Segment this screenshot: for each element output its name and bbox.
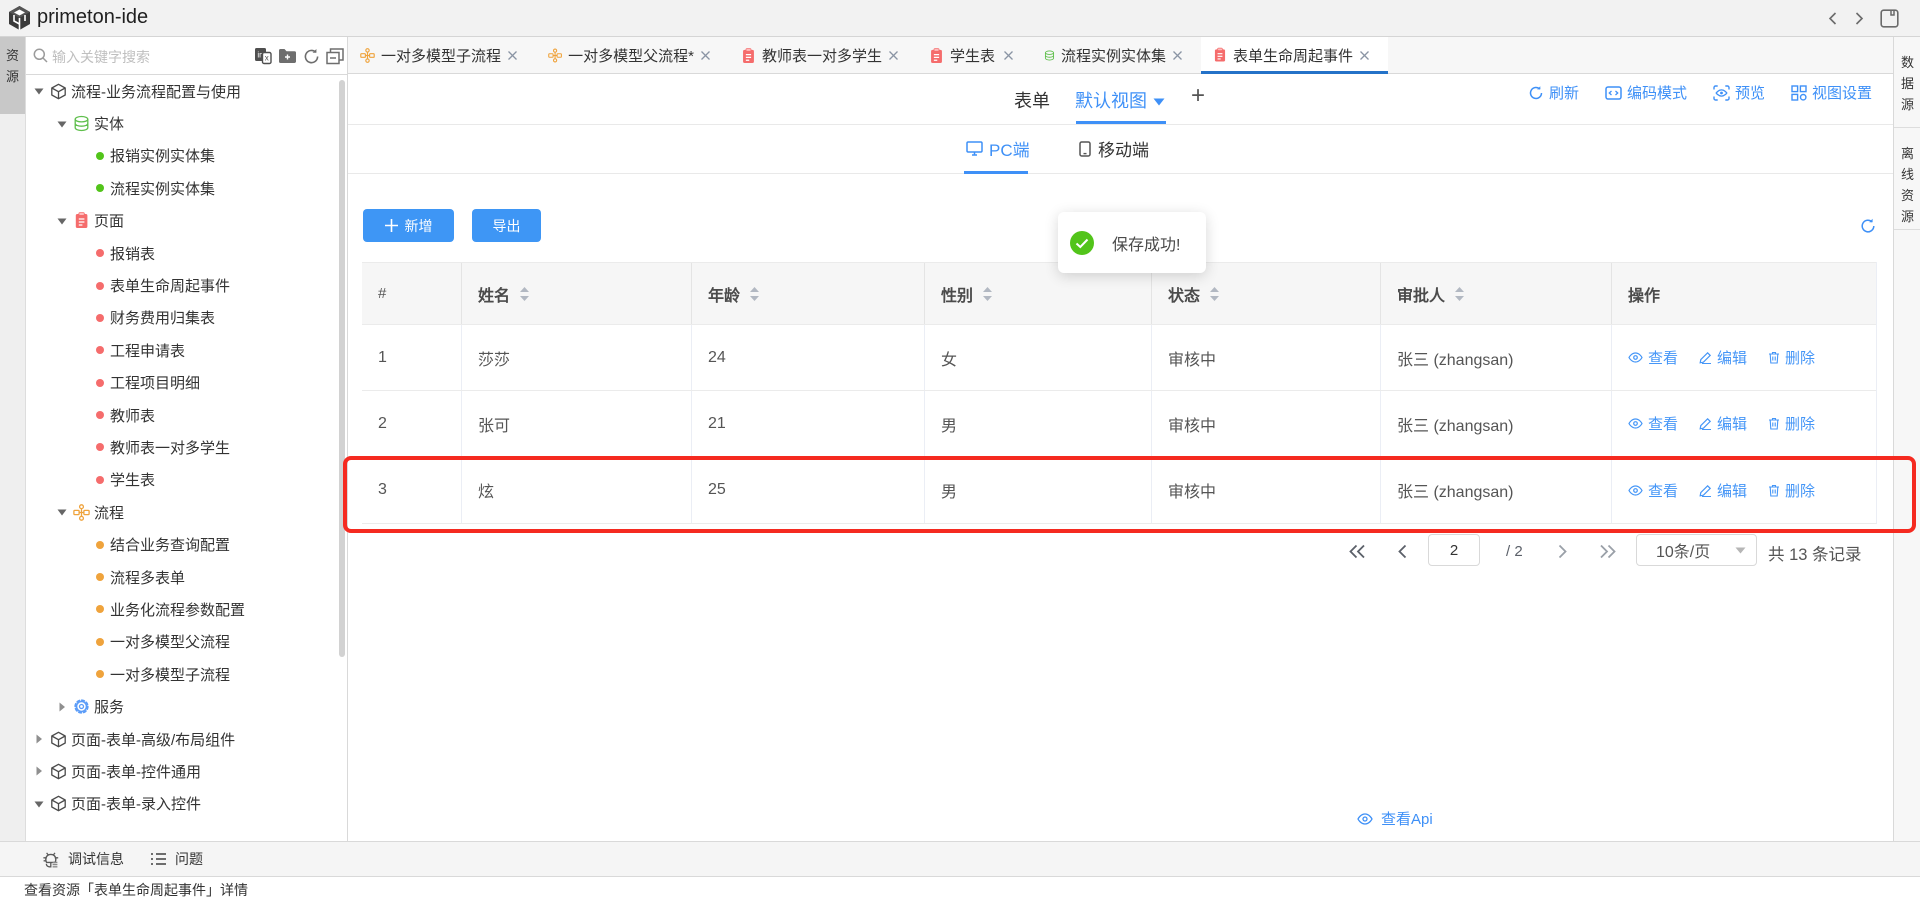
svg-text:x: x: [265, 54, 269, 63]
